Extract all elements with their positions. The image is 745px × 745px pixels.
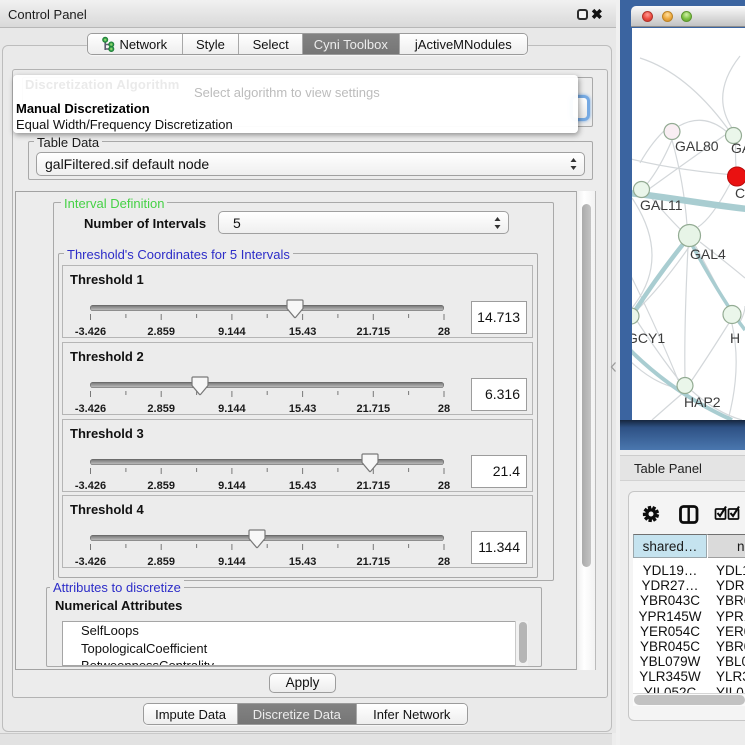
svg-text:GA: GA — [731, 140, 745, 156]
svg-text:GAL4: GAL4 — [690, 246, 726, 262]
svg-text:GAL11: GAL11 — [640, 197, 683, 213]
svg-text:GAL80: GAL80 — [675, 138, 719, 154]
svg-text:C: C — [735, 185, 745, 201]
svg-text:GCY1: GCY1 — [632, 330, 665, 346]
svg-text:H: H — [730, 330, 740, 346]
svg-text:HAP2: HAP2 — [684, 394, 721, 410]
